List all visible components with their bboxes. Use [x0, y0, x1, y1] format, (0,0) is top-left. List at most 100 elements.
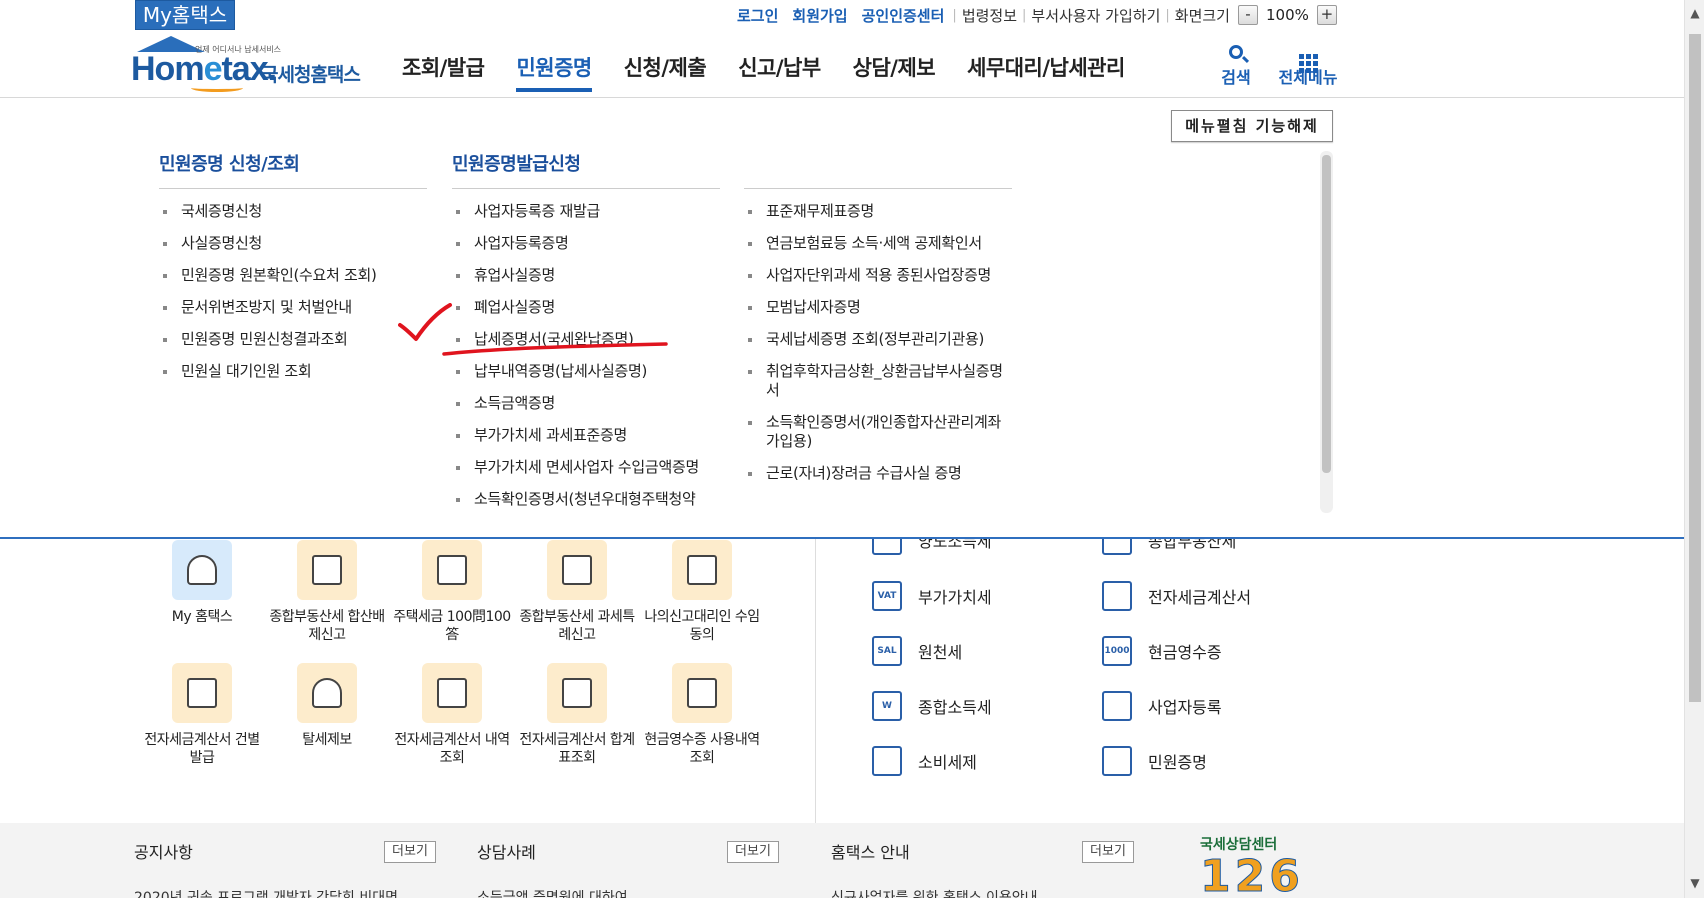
menu-column-1: 민원증명 신청/조회 국세증명신청 사실증명신청 민원증명 원본확인(수요처 조… [159, 153, 427, 394]
menu-item[interactable]: 사업자단위과세 적용 종된사업장증명 [744, 266, 1012, 285]
quick-item[interactable]: 전자세금계산서 내역조회 [390, 663, 514, 767]
document-icon [1102, 746, 1132, 776]
receipt-search-icon [672, 663, 732, 723]
building-icon [422, 540, 482, 600]
quick-item[interactable]: 전자세금계산서 합계표조회 [515, 663, 639, 767]
menu-item[interactable]: 민원실 대기인원 조회 [159, 362, 427, 381]
my-hometax-button[interactable]: My홈택스 [135, 0, 235, 30]
menu-group-title[interactable]: 민원증명 신청/조회 [159, 153, 427, 189]
menu-scrollbar-thumb[interactable] [1322, 155, 1331, 473]
money-bag-icon: W [872, 691, 902, 721]
zoom-out-button[interactable]: - [1237, 5, 1258, 25]
menu-group-title[interactable]: 민원증명발급신청 [452, 153, 720, 189]
menu-item[interactable]: 근로(자녀)장려금 수급사실 증명 [744, 464, 1012, 483]
menu-item[interactable]: 소득확인증명서(청년우대형주택청약 [452, 490, 720, 509]
tax-link[interactable]: W 종합소득세 [872, 688, 992, 724]
dept-user-signup-link[interactable]: 부서사용자 가입하기 [1031, 5, 1160, 26]
window-scrollbar[interactable]: ▲ ▼ [1684, 0, 1704, 898]
menu-item[interactable]: 사실증명신청 [159, 234, 427, 253]
consult-item[interactable]: 소득금액 증명원에 대하여 [477, 887, 628, 898]
nav-civil-certificate[interactable]: 민원증명 [516, 52, 592, 96]
guide-item[interactable]: 신규사업자를 위한 홈택스 이용안내 [831, 887, 1038, 898]
calendar-edit-icon [547, 540, 607, 600]
consult-title: 상담사례 [477, 843, 536, 862]
all-menu-button[interactable]: 전체메뉴 [1273, 40, 1343, 88]
quick-item[interactable]: 나의신고대리인 수임동의 [640, 540, 764, 644]
scroll-up-arrow-icon[interactable]: ▲ [1689, 6, 1701, 20]
logo-swoosh-icon [191, 84, 243, 92]
call-center-banner[interactable]: 국세상담센터 126 [1200, 834, 1335, 898]
nav-report-pay[interactable]: 신고/납부 [738, 52, 821, 96]
tax-link[interactable]: 1000 현금영수증 [1102, 633, 1222, 669]
window-scrollbar-thumb[interactable] [1689, 34, 1701, 702]
menu-scrollbar[interactable] [1320, 151, 1333, 513]
nav-application-submit[interactable]: 신청/제출 [624, 52, 707, 96]
cert-center-link[interactable]: 공인인증센터 [862, 5, 945, 26]
header: 언제 어디서나 납세서비스 Hometax. 국세청홈택스 조회/발급 민원증명… [0, 30, 1684, 98]
main-nav: 조회/발급 민원증명 신청/제출 신고/납부 상담/제보 세무대리/납세관리 [402, 52, 1157, 96]
notice-more-button[interactable]: 더보기 [384, 841, 436, 863]
tax-link[interactable]: 사업자등록 [1102, 688, 1222, 724]
menu-item[interactable]: 모범납세자증명 [744, 298, 1012, 317]
zoom-in-button[interactable]: + [1316, 5, 1337, 25]
menu-item[interactable]: 부가가치세 면세사업자 수입금액증명 [452, 458, 720, 477]
login-link[interactable]: 로그인 [737, 5, 778, 26]
notice-item[interactable]: 2020년 귀속 프로그램 개발자 간담회 비대면 [134, 887, 398, 898]
quick-item[interactable]: 전자세금계산서 건별발급 [140, 663, 264, 767]
invoice-add-icon [547, 663, 607, 723]
tax-link[interactable]: SAL 원천세 [872, 633, 962, 669]
logo-name: 국세청홈택스 [261, 64, 361, 86]
menu-group-title [744, 153, 1012, 189]
tax-link[interactable]: VAT 부가가치세 [872, 578, 992, 614]
menu-item[interactable]: 휴업사실증명 [452, 266, 720, 285]
vat-icon: VAT [872, 581, 902, 611]
quick-item[interactable]: 현금영수증 사용내역조회 [640, 663, 764, 767]
tax-bag-icon [297, 663, 357, 723]
menu-item[interactable]: 문서위변조방지 및 처벌안내 [159, 298, 427, 317]
red-check-annotation-icon [398, 303, 452, 341]
invoice-search-icon [422, 663, 482, 723]
menu-item[interactable]: 민원증명 민원신청결과조회 [159, 330, 427, 349]
scroll-down-arrow-icon[interactable]: ▼ [1689, 876, 1701, 890]
menu-item[interactable]: 사업자등록증명 [452, 234, 720, 253]
menu-item[interactable]: 소득확인증명서(개인종합자산관리계좌 가입용) [744, 413, 1012, 451]
nav-consult-report[interactable]: 상담/제보 [853, 52, 936, 96]
laws-link[interactable]: 법령정보 [962, 5, 1017, 26]
tax-link[interactable]: 민원증명 [1102, 743, 1207, 779]
guide-more-button[interactable]: 더보기 [1082, 841, 1134, 863]
search-button[interactable]: 검색 [1206, 40, 1266, 88]
menu-item[interactable]: 부가가치세 과세표준증명 [452, 426, 720, 445]
menu-item[interactable]: 표준재무제표증명 [744, 202, 1012, 221]
diamond-icon [872, 746, 902, 776]
quick-item[interactable]: 주택세금 100問100答 [390, 540, 514, 644]
invoice-icon [172, 663, 232, 723]
menu-item[interactable]: 소득금액증명 [452, 394, 720, 413]
separator: | [1022, 7, 1027, 23]
signup-link[interactable]: 회원가입 [792, 5, 847, 26]
quick-item[interactable]: 종합부동산세 과세특례신고 [515, 540, 639, 644]
menu-item[interactable]: 폐업사실증명 [452, 298, 720, 317]
nav-tax-agent[interactable]: 세무대리/납세관리 [967, 52, 1125, 96]
quick-item[interactable]: 탈세제보 [265, 663, 389, 749]
screen-size-label: 화면크기 [1174, 6, 1230, 25]
consult-more-button[interactable]: 더보기 [727, 841, 779, 863]
tax-link[interactable]: 전자세금계산서 [1102, 578, 1251, 614]
hometax-logo[interactable]: 언제 어디서나 납세서비스 Hometax. 국세청홈택스 [131, 36, 371, 92]
nav-inquiry-issue[interactable]: 조회/발급 [402, 52, 485, 96]
quick-item[interactable]: My 홈택스 [140, 540, 264, 626]
menu-column-3: 표준재무제표증명 연금보험료등 소득·세액 공제확인서 사업자단위과세 적용 종… [744, 153, 1012, 496]
invoice-icon [1102, 581, 1132, 611]
menu-item[interactable]: 취업후학자금상환_상환금납부사실증명서 [744, 362, 1012, 400]
my-hometax-icon [172, 540, 232, 600]
calendar-icon [297, 540, 357, 600]
cash-receipt-icon: 1000 [1102, 636, 1132, 666]
menu-item[interactable]: 국세증명신청 [159, 202, 427, 221]
menu-item[interactable]: 납부내역증명(납세사실증명) [452, 362, 720, 381]
menu-fold-toggle-button[interactable]: 메뉴펼침 기능해제 [1171, 110, 1333, 142]
menu-item[interactable]: 국세납세증명 조회(정부관리기관용) [744, 330, 1012, 349]
menu-item[interactable]: 사업자등록증 재발급 [452, 202, 720, 221]
tax-link[interactable]: 소비세제 [872, 743, 977, 779]
menu-item[interactable]: 민원증명 원본확인(수요처 조회) [159, 266, 427, 285]
menu-item[interactable]: 연금보험료등 소득·세액 공제확인서 [744, 234, 1012, 253]
quick-item[interactable]: 종합부동산세 합산배제신고 [265, 540, 389, 644]
